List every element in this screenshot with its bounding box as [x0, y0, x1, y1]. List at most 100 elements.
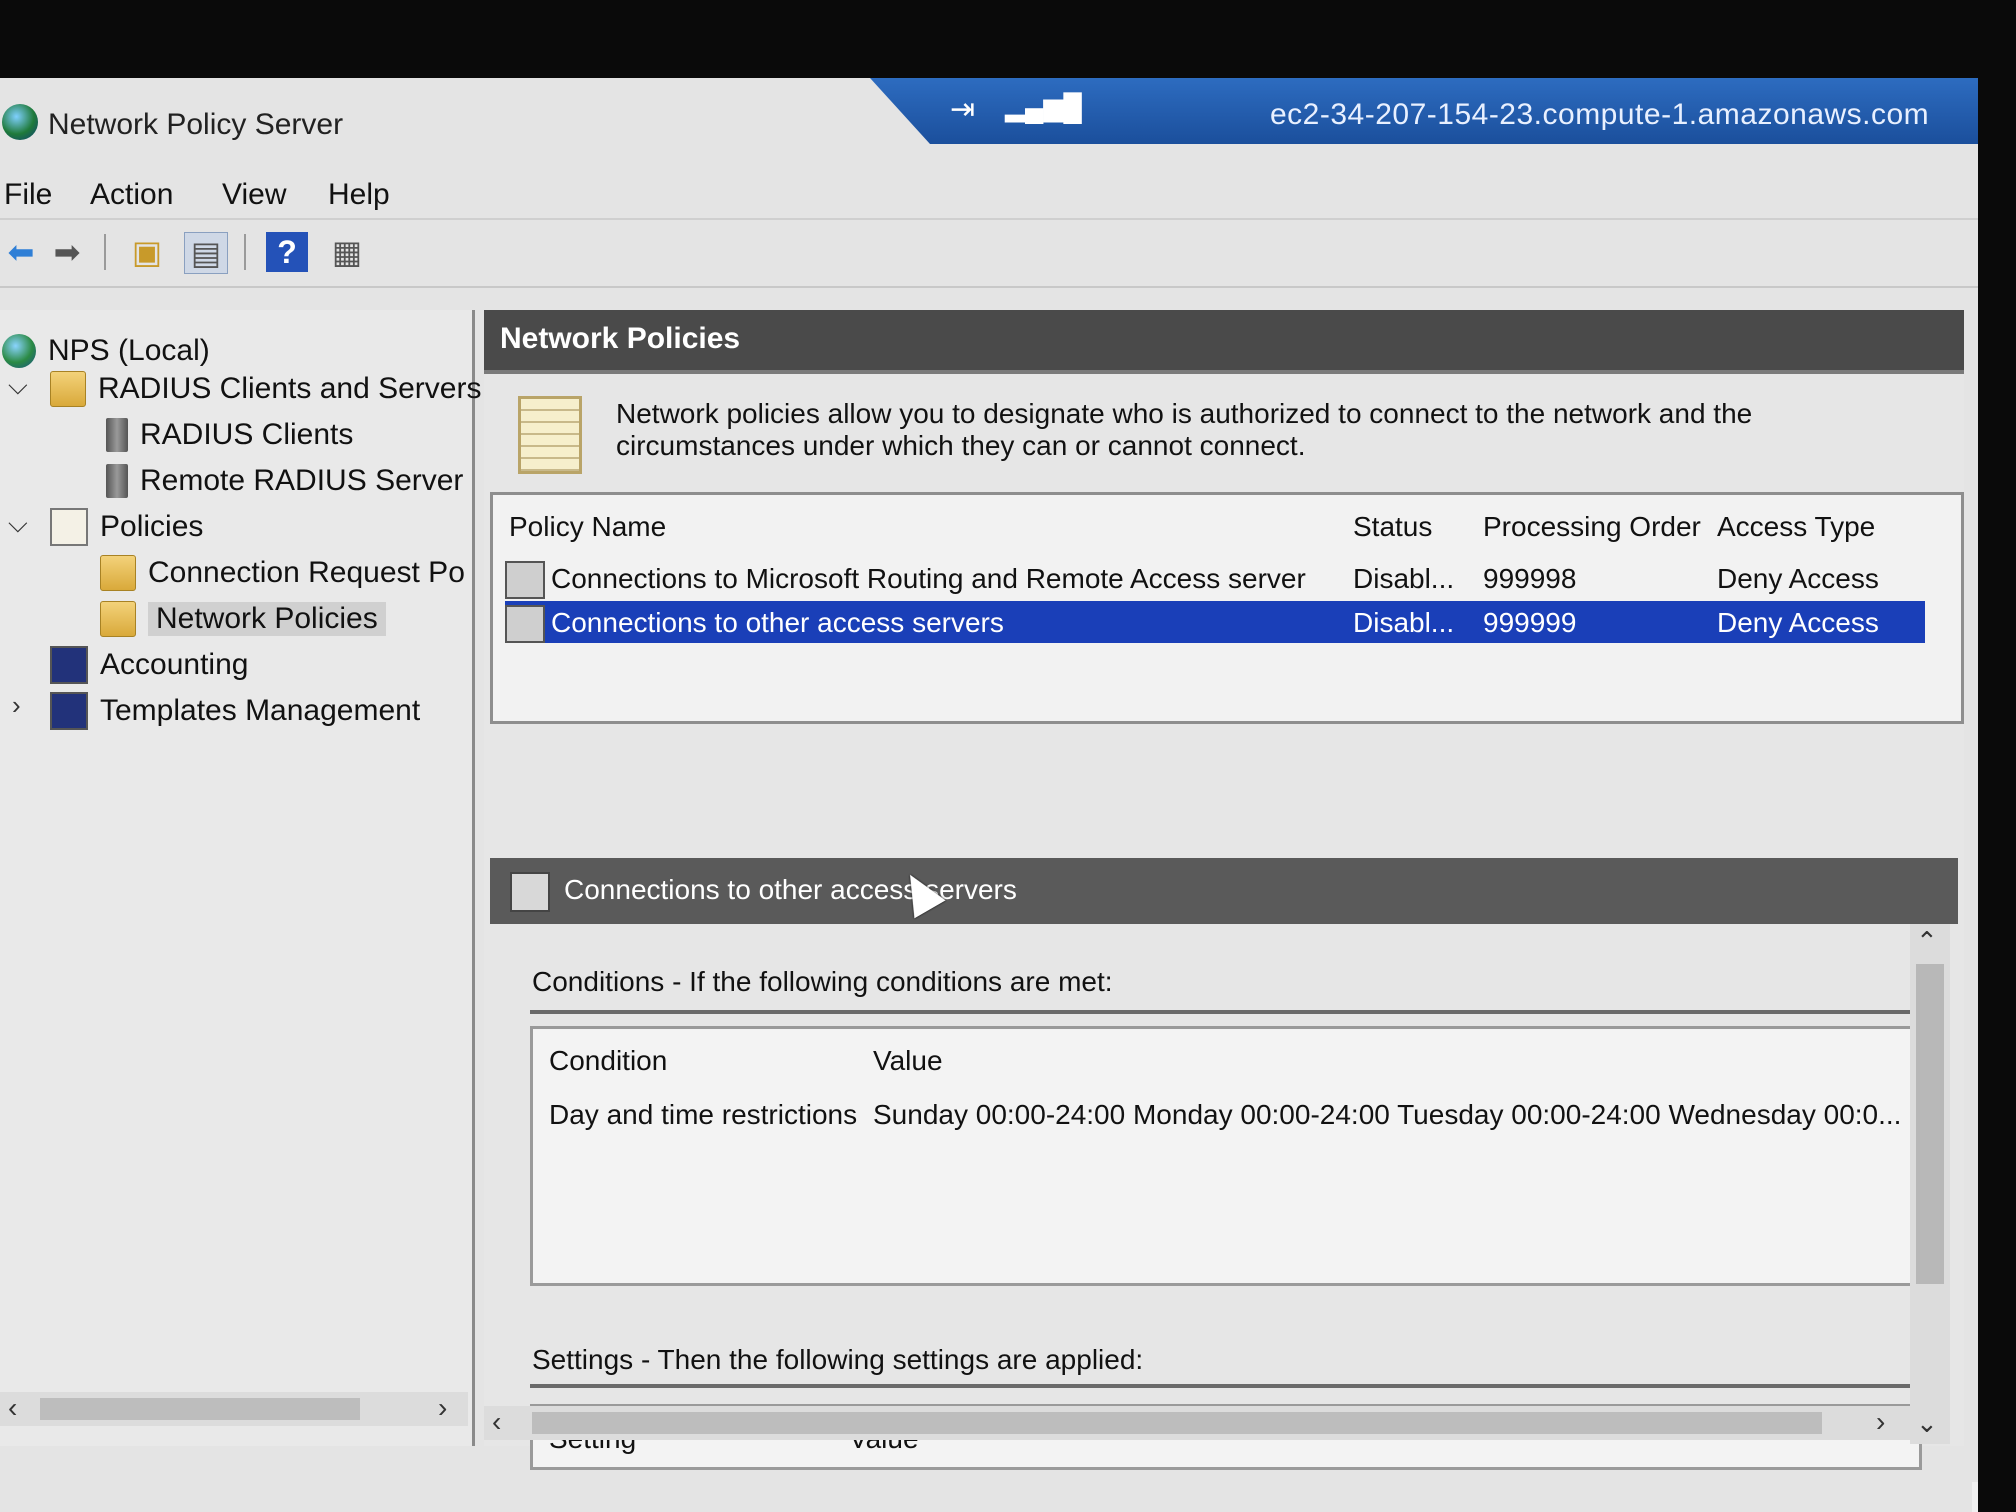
- accounting-icon: [50, 646, 88, 684]
- condition-value: Sunday 00:00-24:00 Monday 00:00-24:00 Tu…: [873, 1099, 1902, 1130]
- detail-title: Connections to other access servers: [564, 874, 1017, 905]
- tree-item-nps-local[interactable]: NPS (Local): [2, 330, 210, 372]
- detail-header: Connections to other access servers: [490, 858, 1958, 924]
- tree-item-connection-request-policies[interactable]: Connection Request Po: [100, 552, 465, 594]
- server-icon: [106, 418, 128, 452]
- policy-status: Disabl...: [1353, 607, 1455, 638]
- tree-item-network-policies[interactable]: Network Policies: [100, 598, 386, 640]
- column-header-condition[interactable]: Condition: [549, 1045, 667, 1077]
- tree-label: NPS (Local): [48, 334, 210, 367]
- pane-description: Network policies allow you to designate …: [616, 398, 1753, 461]
- up-folder-icon[interactable]: ▣: [126, 232, 168, 272]
- tree-label: Remote RADIUS Server: [140, 464, 464, 497]
- scroll-up-icon[interactable]: ⌃: [1916, 926, 1938, 957]
- chevron-down-icon[interactable]: ⌵: [8, 508, 28, 540]
- scroll-right-icon[interactable]: ›: [1876, 1406, 1885, 1438]
- conditions-title: Conditions - If the following conditions…: [532, 966, 1113, 997]
- detail-horizontal-scrollbar[interactable]: ‹ ›: [484, 1406, 1910, 1440]
- condition-name: Day and time restrictions: [549, 1099, 858, 1130]
- tree-item-accounting[interactable]: Accounting: [50, 644, 248, 686]
- tree-label: Network Policies: [148, 602, 386, 636]
- tree-label: Templates Management: [100, 694, 421, 727]
- section-divider: [530, 1010, 1910, 1014]
- pane-header: Network Policies: [484, 310, 1964, 374]
- scrollbar-thumb[interactable]: [532, 1412, 1822, 1434]
- title-bar: Network Policy Server: [0, 98, 870, 148]
- tree-horizontal-scrollbar[interactable]: ‹ ›: [0, 1392, 468, 1426]
- column-header-processing-order[interactable]: Processing Order: [1483, 511, 1701, 543]
- pane-title: Network Policies: [500, 322, 741, 355]
- menu-bar: File Action View Help: [0, 170, 1978, 218]
- scroll-left-icon[interactable]: ‹: [492, 1406, 501, 1438]
- conditions-grid: Condition Value Day and time restriction…: [530, 1026, 1922, 1286]
- menu-view[interactable]: View: [222, 178, 286, 212]
- policy-order: 999999: [1483, 607, 1577, 638]
- scroll-left-icon[interactable]: ‹: [8, 1392, 17, 1424]
- column-header-value[interactable]: Value: [873, 1045, 943, 1077]
- nps-globe-icon: [2, 104, 38, 140]
- scrollbar-thumb[interactable]: [40, 1398, 360, 1420]
- edge-text: DN: [1972, 1482, 1978, 1512]
- disabled-policy-icon: [505, 561, 545, 599]
- tree-label: Connection Request Po: [148, 556, 465, 589]
- policy-name: Connections to other access servers: [551, 607, 1004, 638]
- toolbar-separator: [244, 234, 246, 270]
- open-folder-icon: [100, 601, 136, 637]
- tree-label: Policies: [100, 510, 204, 543]
- show-hide-tree-icon[interactable]: ▤: [184, 232, 228, 274]
- folder-icon: [50, 371, 86, 407]
- menu-file[interactable]: File: [4, 178, 52, 212]
- menu-help[interactable]: Help: [328, 178, 390, 212]
- policy-access-type: Deny Access: [1717, 607, 1879, 638]
- back-icon[interactable]: ⬅: [0, 232, 42, 272]
- column-header-access-type[interactable]: Access Type: [1717, 511, 1875, 543]
- tree-item-templates-management[interactable]: Templates Management: [50, 690, 420, 732]
- policy-list: Policy Name Status Processing Order Acce…: [490, 492, 1964, 724]
- chevron-right-icon[interactable]: ›: [12, 690, 21, 721]
- window-title: Network Policy Server: [48, 108, 344, 141]
- rdp-screen: ⇥ ▂▄▆█ ec2-34-207-154-23.compute-1.amazo…: [0, 78, 1978, 1512]
- policy-name: Connections to Microsoft Routing and Rem…: [551, 563, 1306, 594]
- toolbar-separator: [104, 234, 106, 270]
- menu-action[interactable]: Action: [90, 178, 173, 212]
- toolbar: ⬅ ➡ ▣ ▤ ? ▦: [0, 218, 1978, 288]
- properties-icon[interactable]: ▦: [326, 232, 368, 272]
- server-group-icon: [106, 464, 128, 498]
- folder-icon: [100, 555, 136, 591]
- signal-strength-icon: ▂▄▆█: [1005, 92, 1082, 122]
- scroll-down-icon[interactable]: ⌄: [1916, 1408, 1938, 1439]
- console-tree: NPS (Local) ⌵ RADIUS Clients and Servers…: [0, 310, 481, 1446]
- policies-icon: [50, 508, 88, 546]
- column-header-status[interactable]: Status: [1353, 511, 1432, 543]
- pin-icon[interactable]: ⇥: [950, 92, 975, 127]
- remote-host-name: ec2-34-207-154-23.compute-1.amazonaws.co…: [1270, 98, 1930, 131]
- column-header-policy-name[interactable]: Policy Name: [509, 511, 666, 543]
- policy-row-selected[interactable]: Connections to other access servers Disa…: [505, 601, 1925, 643]
- nps-globe-icon: [2, 334, 36, 368]
- tree-label: Accounting: [100, 648, 249, 681]
- disabled-policy-icon: [510, 872, 550, 912]
- detail-vertical-scrollbar[interactable]: ⌃ ⌄: [1910, 924, 1950, 1444]
- section-divider: [530, 1384, 1910, 1388]
- scroll-right-icon[interactable]: ›: [438, 1392, 447, 1424]
- tree-item-policies[interactable]: Policies: [50, 506, 203, 548]
- tree-item-radius-clients-servers[interactable]: RADIUS Clients and Servers: [50, 368, 481, 410]
- settings-title: Settings - Then the following settings a…: [532, 1344, 1144, 1375]
- policy-document-icon: [518, 396, 582, 474]
- forward-icon[interactable]: ➡: [46, 232, 88, 272]
- policy-row[interactable]: Connections to Microsoft Routing and Rem…: [505, 557, 1925, 599]
- tree-item-radius-clients[interactable]: RADIUS Clients: [106, 414, 353, 456]
- tree-item-remote-radius-server[interactable]: Remote RADIUS Server: [106, 460, 463, 502]
- policy-status: Disabl...: [1353, 563, 1455, 594]
- policy-order: 999998: [1483, 563, 1577, 594]
- templates-icon: [50, 692, 88, 730]
- policy-access-type: Deny Access: [1717, 563, 1879, 594]
- tree-label: RADIUS Clients and Servers: [98, 372, 482, 405]
- rdp-connection-bar[interactable]: ⇥ ▂▄▆█ ec2-34-207-154-23.compute-1.amazo…: [870, 78, 1978, 144]
- help-icon[interactable]: ?: [266, 232, 308, 272]
- scrollbar-thumb[interactable]: [1916, 964, 1944, 1284]
- details-pane: Network Policies Network policies allow …: [484, 310, 1964, 1470]
- disabled-policy-icon: [505, 605, 545, 643]
- chevron-down-icon[interactable]: ⌵: [8, 370, 28, 402]
- tree-label: RADIUS Clients: [140, 418, 354, 451]
